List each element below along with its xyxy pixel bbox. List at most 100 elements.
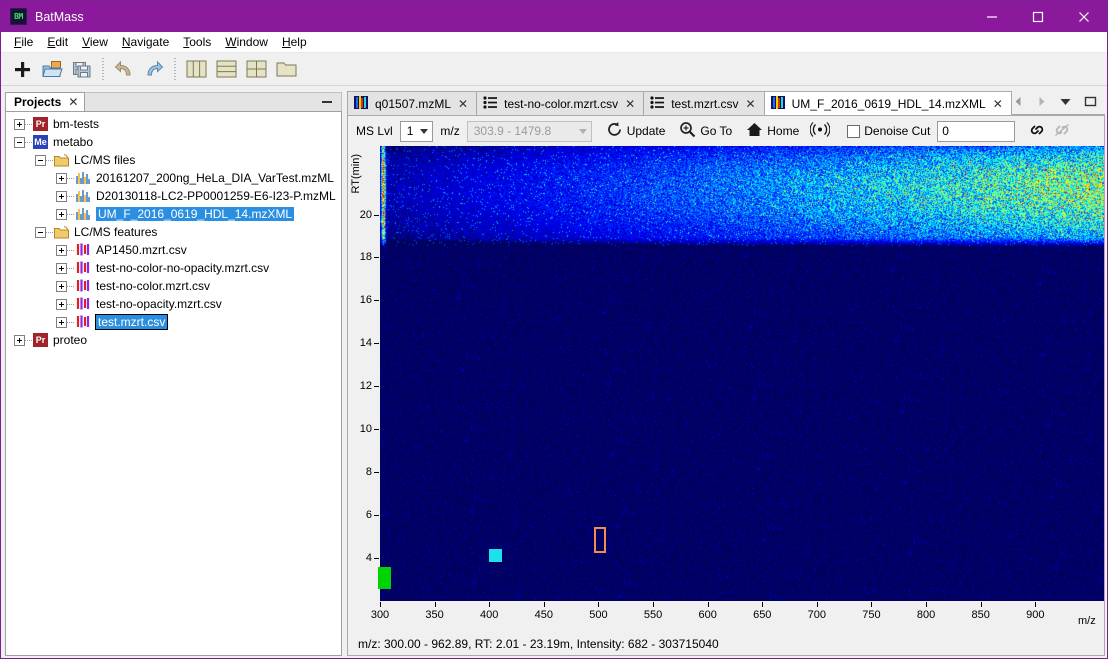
chevron-down-icon [578, 128, 587, 134]
tree-expander-plus-icon[interactable] [56, 172, 67, 184]
cyan-feature-box[interactable] [489, 548, 503, 562]
chain-link-icon[interactable] [1028, 122, 1046, 141]
editor-content: MS Lvl 1 m/z 303.9 - 1479.8 Update Go To… [347, 115, 1105, 656]
undo-arrow-icon[interactable] [110, 56, 138, 83]
project-badge-icon: Me [33, 135, 48, 149]
tree-item-lc-ms-features[interactable]: LC/MS features [6, 223, 341, 241]
minimize-icon[interactable] [969, 1, 1015, 32]
tree-expander-plus-icon[interactable] [56, 316, 67, 328]
redo-arrow-icon[interactable] [140, 56, 168, 83]
tree-item-test-no-opacity-mzrt-csv[interactable]: test-no-opacity.mzrt.csv [6, 295, 341, 313]
tree-connector [46, 231, 54, 233]
denoise-checkbox[interactable] [847, 124, 861, 138]
close-icon[interactable]: ✕ [458, 97, 468, 111]
columns-layout-icon[interactable] [182, 56, 210, 83]
editor-tab-test-no-color-mzrt-csv[interactable]: test-no-color.mzrt.csv ✕ [476, 91, 645, 115]
tree-expander-plus-icon[interactable] [14, 334, 25, 346]
close-icon[interactable]: ✕ [68, 95, 78, 109]
maximize-icon[interactable] [1084, 96, 1097, 110]
tree-item-test-no-color-no-opacity-mzrt-csv[interactable]: test-no-color-no-opacity.mzrt.csv [6, 259, 341, 277]
menu-file[interactable]: File [7, 33, 40, 51]
tree-expander-plus-icon[interactable] [56, 280, 67, 292]
ms-level-select[interactable]: 1 [399, 120, 434, 142]
tree-expander-plus-icon[interactable] [56, 190, 67, 202]
tree-item-test-mzrt-csv[interactable]: test.mzrt.csv [6, 313, 341, 331]
menu-edit[interactable]: Edit [40, 33, 75, 51]
menu-window[interactable]: Window [218, 33, 275, 51]
update-button[interactable]: Update [606, 121, 665, 141]
spectrum-icon [75, 207, 91, 221]
chevron-right-icon[interactable] [1036, 96, 1047, 110]
denoise-cut-toggle[interactable]: Denoise Cut [847, 124, 930, 138]
close-icon[interactable]: ✕ [746, 97, 756, 111]
tree-expander-minus-icon[interactable] [14, 136, 25, 148]
goto-label: Go To [700, 124, 733, 138]
editor-tab-test-mzrt-csv[interactable]: test.mzrt.csv ✕ [643, 91, 765, 115]
tree-item-proteo[interactable]: Pr proteo [6, 331, 341, 349]
tree-expander-plus-icon[interactable] [56, 208, 67, 220]
tree-item-bm-tests[interactable]: Pr bm-tests [6, 115, 341, 133]
rows-layout-icon[interactable] [212, 56, 240, 83]
zoom-search-icon [679, 121, 696, 141]
close-icon[interactable] [1061, 1, 1107, 32]
feature-icon [75, 279, 91, 293]
tree-expander-plus-icon[interactable] [56, 298, 67, 310]
lcms-heatmap-plot[interactable]: RT(min) 20 18 16 14 12 10 8 6 4 300 350 400 450 500 5… [348, 146, 1104, 633]
tree-item-um-f-2016-0619-hdl-14-mzxml[interactable]: UM_F_2016_0619_HDL_14.mzXML [6, 205, 341, 223]
plus-icon[interactable] [8, 56, 36, 83]
chevron-left-icon[interactable] [1013, 96, 1024, 110]
chevron-down-icon [420, 128, 429, 134]
tree-item-d20130118-lc2-pp0001259-e6-i23-p-mzml[interactable]: D20130118-LC2-PP0001259-E6-I23-P.mzML [6, 187, 341, 205]
tree-item-label: proteo [53, 333, 88, 347]
broadcast-signal-icon[interactable] [809, 122, 831, 140]
goto-button[interactable]: Go To [679, 121, 732, 141]
close-icon[interactable]: ✕ [625, 97, 635, 111]
tab-projects[interactable]: Projects ✕ [5, 92, 86, 111]
maximize-icon[interactable] [1015, 1, 1061, 32]
grid-layout-icon[interactable] [242, 56, 270, 83]
folder-icon[interactable] [272, 56, 300, 83]
y-tick-mark [374, 515, 379, 517]
tree-expander-plus-icon[interactable] [14, 118, 25, 130]
editor-tab-um-f-2016-0619-hdl-14-mzxml[interactable]: UM_F_2016_0619_HDL_14.mzXML ✕ [763, 91, 1012, 115]
mz-range-select[interactable]: 303.9 - 1479.8 [466, 120, 592, 142]
menu-edit-rest: dit [55, 35, 69, 49]
home-button[interactable]: Home [746, 121, 799, 141]
tree-item-label: test-no-color.mzrt.csv [96, 279, 211, 293]
tree-item-metabo[interactable]: Me metabo [6, 133, 341, 151]
tree-item-lc-ms-files[interactable]: LC/MS files [6, 151, 341, 169]
projects-tree[interactable]: Pr bm-tests Me metabo LC/MS files 20161207_20… [5, 111, 342, 656]
heatmap-icon [770, 95, 785, 112]
menu-view[interactable]: View [75, 33, 115, 51]
tree-expander-plus-icon[interactable] [56, 244, 67, 256]
x-tick-label: 750 [862, 609, 881, 621]
tree-connector [67, 285, 75, 287]
x-tick-mark [489, 602, 491, 607]
tree-item-test-no-color-mzrt-csv[interactable]: test-no-color.mzrt.csv [6, 277, 341, 295]
denoise-value: 0 [942, 124, 949, 138]
x-tick-label: 550 [643, 609, 663, 621]
open-folder-icon[interactable] [38, 56, 66, 83]
x-tick-label: 850 [971, 609, 990, 621]
chevron-down-icon[interactable] [1059, 96, 1072, 110]
denoise-value-input[interactable]: 0 [937, 120, 1016, 142]
y-tick-label: 10 [359, 423, 372, 436]
tree-expander-minus-icon[interactable] [35, 226, 46, 238]
chain-broken-icon[interactable] [1053, 122, 1071, 141]
tree-expander-plus-icon[interactable] [56, 262, 67, 274]
tree-item-label: AP1450.mzrt.csv [96, 243, 187, 257]
editor-tab-q01507-mzml[interactable]: q01507.mzML ✕ [347, 91, 478, 115]
close-icon[interactable]: ✕ [993, 97, 1003, 111]
tree-item-20161207-200ng-hela-dia-vartest-mzml[interactable]: 20161207_200ng_HeLa_DIA_VarTest.mzML [6, 169, 341, 187]
y-tick-mark [374, 558, 379, 560]
orange-feature-box[interactable] [593, 526, 606, 553]
save-all-icon[interactable] [68, 56, 96, 83]
tree-expander-minus-icon[interactable] [35, 154, 46, 166]
menu-tools[interactable]: Tools [176, 33, 218, 51]
minimize-panel-icon[interactable] [322, 101, 332, 103]
tree-item-ap1450-mzrt-csv[interactable]: AP1450.mzrt.csv [6, 241, 341, 259]
menu-file-rest: ile [21, 35, 34, 49]
menu-navigate[interactable]: Navigate [115, 33, 176, 51]
green-feature-box[interactable] [377, 566, 391, 589]
menu-help[interactable]: Help [275, 33, 314, 51]
